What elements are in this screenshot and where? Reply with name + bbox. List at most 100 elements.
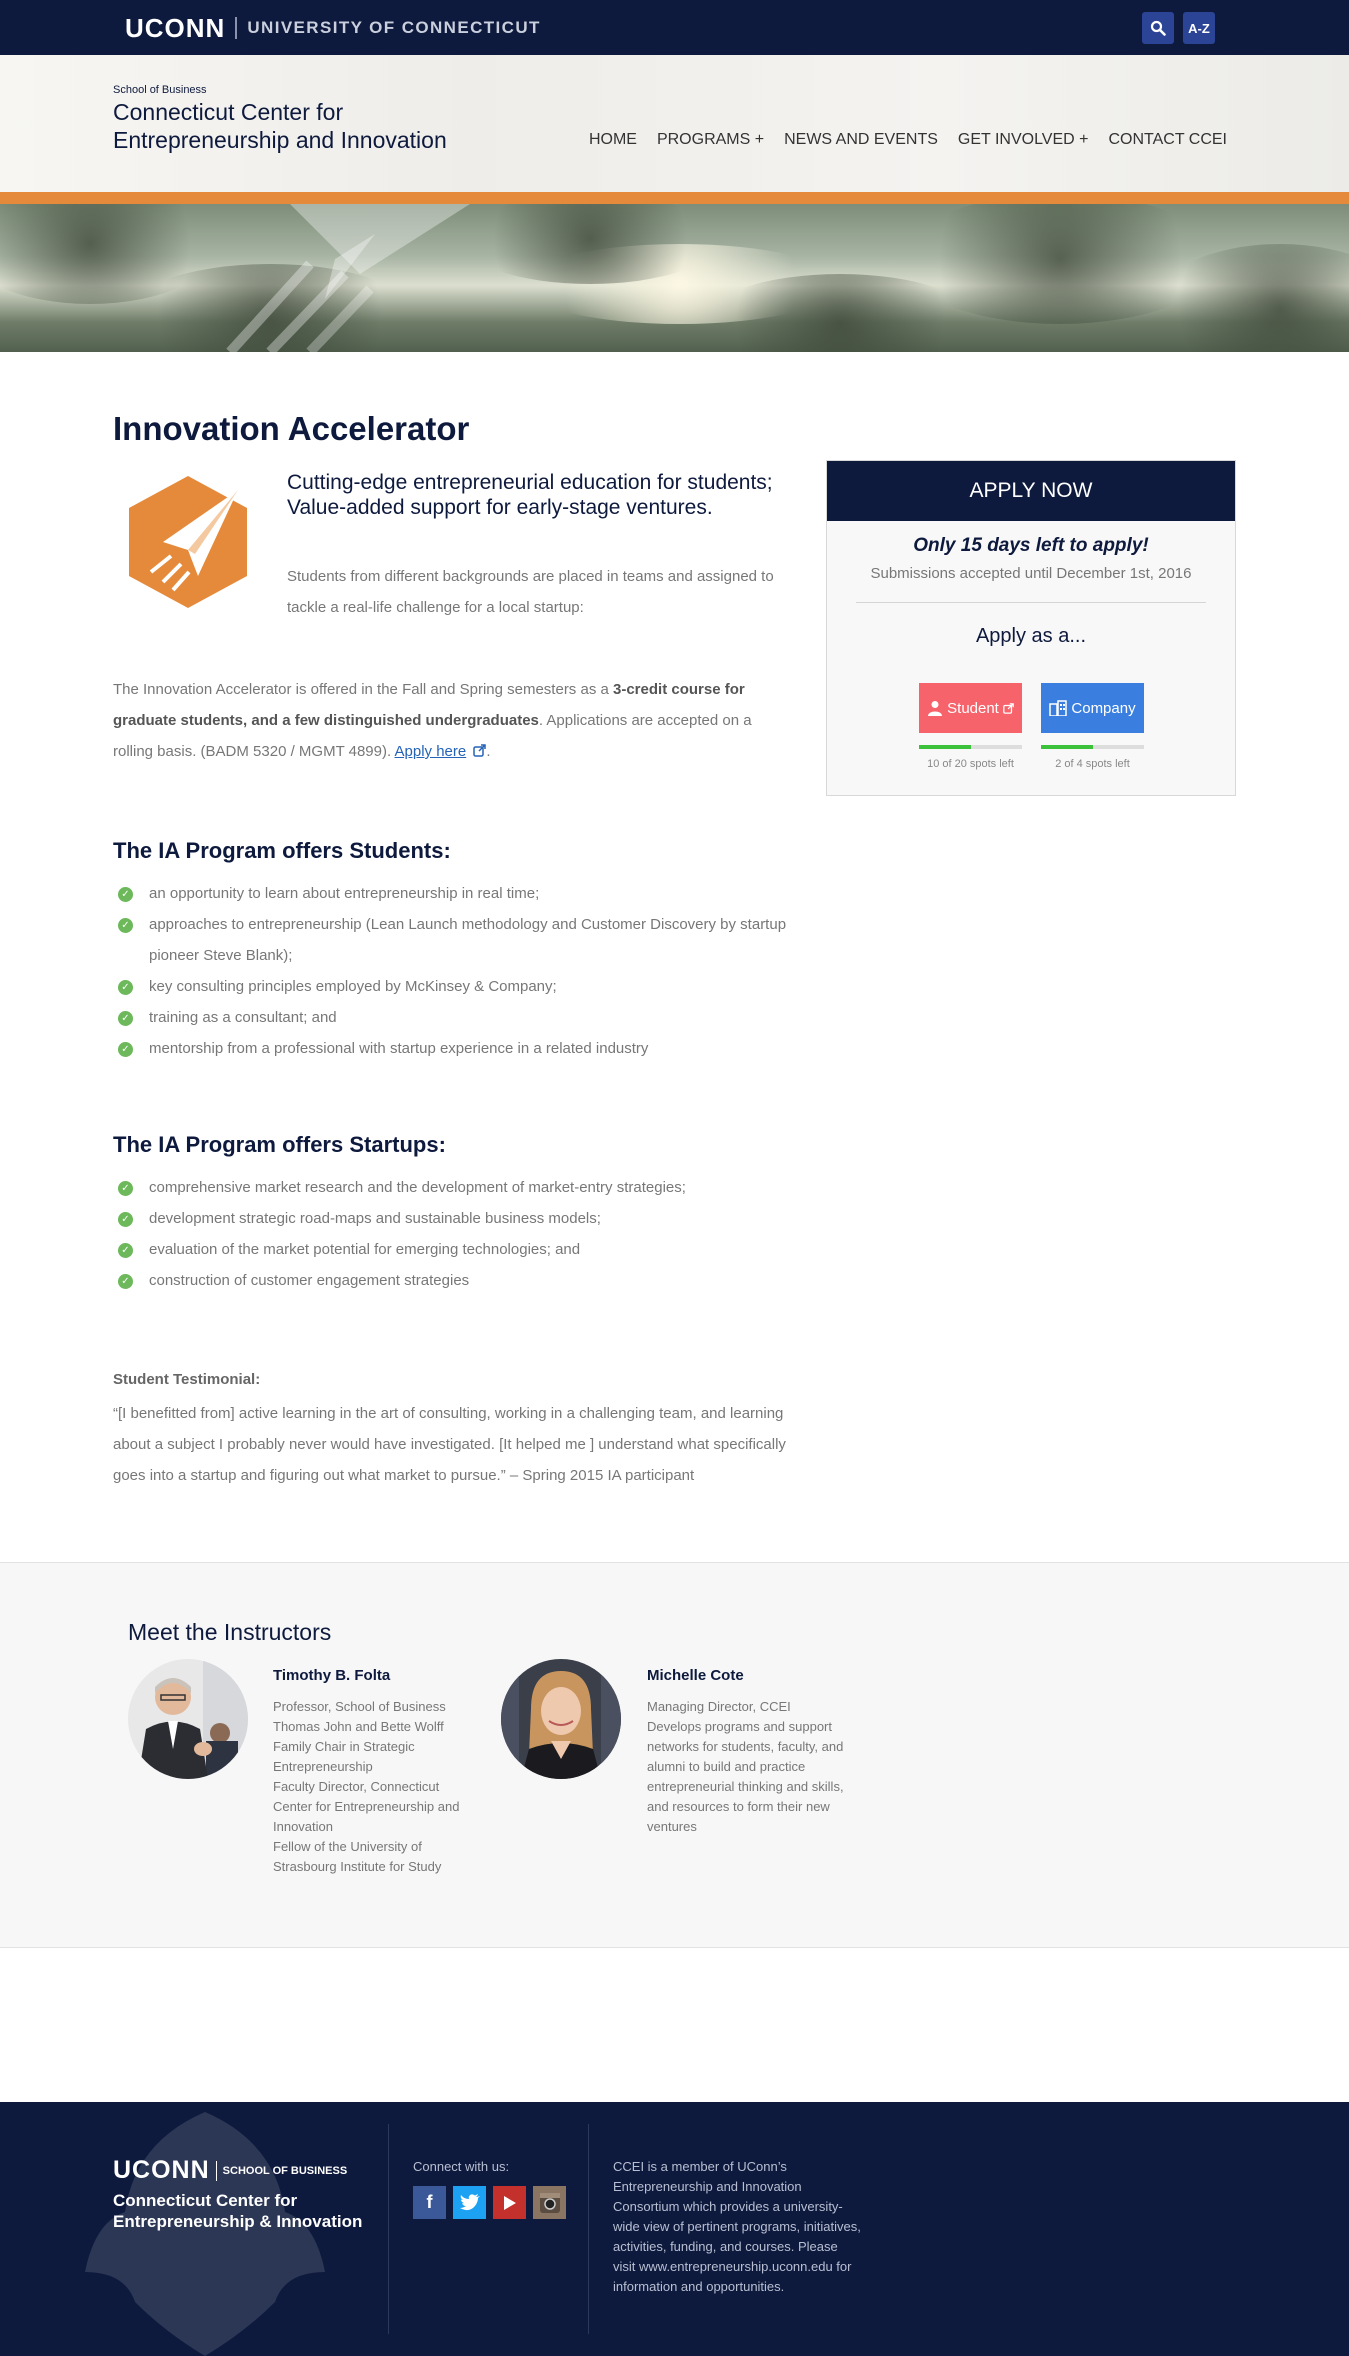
twitter-icon[interactable] xyxy=(453,2186,486,2219)
apply-company-button[interactable]: Company xyxy=(1041,683,1144,733)
list-item: ✓ comprehensive market research and the d… xyxy=(113,1172,793,1203)
testimonial-text: “[I benefitted from] active learning in … xyxy=(113,1405,786,1484)
list-item-text: training as a consultant; and xyxy=(149,1009,337,1026)
company-spots-label: 2 of 4 spots left xyxy=(1055,758,1130,770)
hero-banner xyxy=(0,204,1349,352)
apply-as-label: Apply as a... xyxy=(975,625,1087,647)
testimonial-label: Student Testimonial: xyxy=(113,1371,261,1388)
nav-news-events[interactable]: NEWS AND EVENTS xyxy=(784,131,938,149)
list-item-text: evaluation of the market potential for e… xyxy=(149,1241,581,1258)
twitter-bird-glyph xyxy=(459,2194,480,2211)
page-title: Innovation Accelerator xyxy=(113,410,470,447)
footer-center-name: Connecticut Center for Entrepreneurship … xyxy=(113,2191,363,2231)
facebook-icon[interactable]: f xyxy=(413,2186,446,2219)
lead-heading: Cutting-edge entrepreneurial education f… xyxy=(287,471,773,519)
folta-photo xyxy=(128,1659,248,1779)
progress-fill xyxy=(919,745,971,749)
main-nav: HOME PROGRAMS + NEWS AND EVENTS GET INVO… xyxy=(589,131,1227,149)
instagram-icon[interactable] xyxy=(533,2186,566,2219)
paper-plane-graphic xyxy=(226,204,470,352)
school-label[interactable]: School of Business xyxy=(113,84,207,96)
footer-uconn-wordmark: UCONN xyxy=(113,2156,210,2184)
footer-divider xyxy=(388,2124,389,2334)
site-footer: UCONN SCHOOL OF BUSINESS Connecticut Cen… xyxy=(0,2102,1349,2356)
progress-fill xyxy=(1041,745,1093,749)
instructor-name: Michelle Cote xyxy=(647,1667,744,1684)
student-spots-progress xyxy=(919,745,1022,749)
check-icon: ✓ xyxy=(118,1243,133,1258)
check-icon: ✓ xyxy=(118,1212,133,1227)
portrait-photo xyxy=(501,1659,621,1779)
list-item-text: development strategic road-maps and sust… xyxy=(149,1210,601,1227)
youtube-icon[interactable] xyxy=(493,2186,526,2219)
footer-divider xyxy=(588,2124,589,2334)
person-icon xyxy=(928,701,943,716)
apply-here-link[interactable]: Apply here xyxy=(395,743,467,760)
list-item: ✓ an opportunity to learn about entrepren… xyxy=(113,878,793,909)
external-link-icon[interactable] xyxy=(473,744,487,757)
play-glyph xyxy=(503,2195,516,2210)
university-name: UNIVERSITY OF CONNECTICUT xyxy=(247,18,541,37)
nav-programs[interactable]: PROGRAMS + xyxy=(657,131,764,149)
deadline-text: Only 15 days left to apply! xyxy=(913,535,1149,556)
uconn-wordmark: UCONN xyxy=(125,12,226,43)
apply-now-heading: APPLY NOW xyxy=(827,461,1235,521)
portrait-photo xyxy=(128,1659,248,1779)
check-icon: ✓ xyxy=(118,1011,133,1026)
rocket-plane-hexagon-icon xyxy=(129,476,247,608)
list-item: ✓ evaluation of the market potential for … xyxy=(113,1234,793,1265)
footer-logo[interactable]: UCONN SCHOOL OF BUSINESS xyxy=(113,2156,347,2185)
list-item-text: key consulting principles employed by Mc… xyxy=(149,978,557,995)
nav-get-involved[interactable]: GET INVOLVED + xyxy=(958,131,1089,149)
list-item: ✓ development strategic road-maps and sus… xyxy=(113,1203,793,1234)
building-icon xyxy=(1049,700,1068,716)
nav-contact[interactable]: CONTACT CCEI xyxy=(1108,131,1227,149)
check-icon: ✓ xyxy=(118,918,133,933)
check-icon: ✓ xyxy=(118,1181,133,1196)
course-text: The Innovation Accelerator is offered in… xyxy=(113,681,613,698)
center-name[interactable]: Connecticut Center for Entrepreneurship … xyxy=(113,98,513,154)
instructors-heading: Meet the Instructors xyxy=(128,1619,332,1645)
check-icon: ✓ xyxy=(118,1042,133,1057)
check-icon: ✓ xyxy=(118,887,133,902)
list-item: ✓ key consulting principles employed by M… xyxy=(113,971,793,1002)
lead-paragraph: Students from different backgrounds are … xyxy=(287,568,774,616)
connect-label: Connect with us: xyxy=(413,2159,510,2174)
list-item: ✓ mentorship from a professional with sta… xyxy=(113,1033,793,1064)
list-item-text: an opportunity to learn about entreprene… xyxy=(149,885,540,902)
course-description: The Innovation Accelerator is offered in… xyxy=(113,681,752,760)
footer-about-text: CCEI is a member of UConn’s Entrepreneur… xyxy=(613,2159,861,2294)
az-index-button[interactable]: A-Z xyxy=(1183,12,1215,44)
list-item: ✓ training as a consultant; and xyxy=(113,1002,793,1033)
startups-benefits-list: ✓ comprehensive market research and the d… xyxy=(113,1172,793,1296)
logo-divider xyxy=(235,17,238,39)
list-item-text: comprehensive market research and the de… xyxy=(149,1179,686,1196)
list-item-text: construction of customer engagement stra… xyxy=(149,1272,470,1289)
divider xyxy=(856,602,1206,603)
cote-photo xyxy=(501,1659,621,1779)
footer-school-name: SCHOOL OF BUSINESS xyxy=(222,2164,348,2177)
camera-glyph xyxy=(539,2192,560,2213)
apply-student-button[interactable]: Student xyxy=(919,683,1022,733)
check-icon: ✓ xyxy=(118,980,133,995)
search-button[interactable] xyxy=(1142,12,1174,44)
list-item: ✓ construction of customer engagement str… xyxy=(113,1265,793,1296)
logo-divider xyxy=(215,2160,217,2181)
uconn-logo[interactable]: UCONN UNIVERSITY OF CONNECTICUT xyxy=(125,12,541,43)
site-header: School of Business Connecticut Center fo… xyxy=(0,55,1349,192)
submission-deadline: Submissions accepted until December 1st,… xyxy=(870,565,1192,582)
external-link-icon xyxy=(1003,702,1014,714)
search-icon xyxy=(1150,20,1166,36)
nav-home[interactable]: HOME xyxy=(589,131,637,149)
accent-bar xyxy=(0,192,1349,204)
instructor-name: Timothy B. Folta xyxy=(273,1667,391,1684)
instructor-bio: Managing Director, CCEI Develops program… xyxy=(647,1699,844,1834)
apply-now-panel: APPLY NOW Only 15 days left to apply! Su… xyxy=(826,460,1236,796)
instructor-bio: Professor, School of Business Thomas Joh… xyxy=(273,1699,460,1874)
list-item-text: approaches to entrepreneurship (Lean Lau… xyxy=(149,916,787,964)
startups-heading: The IA Program offers Startups: xyxy=(113,1132,446,1157)
instructors-section: Meet the Instructors Timothy B. Folta Pr… xyxy=(0,1562,1349,1948)
apply-company-label: Company xyxy=(1071,699,1136,717)
list-item: ✓ approaches to entrepreneurship (Lean La… xyxy=(113,909,793,971)
students-heading: The IA Program offers Students: xyxy=(113,838,451,863)
